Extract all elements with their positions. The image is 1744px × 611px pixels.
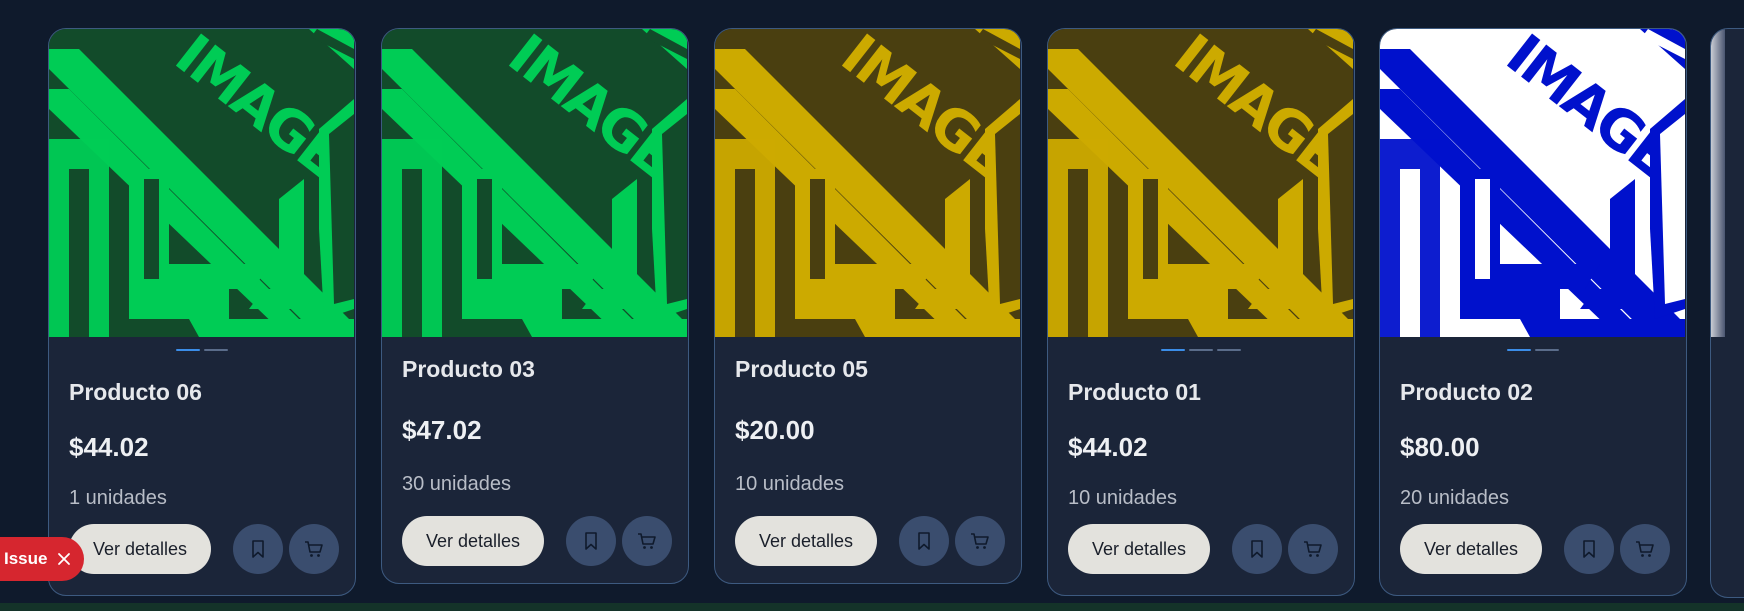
add-to-cart-button[interactable] <box>289 524 339 574</box>
product-image[interactable]: IMAGE <box>715 29 1020 337</box>
issue-label: Issue <box>4 549 48 568</box>
product-title: Producto 03 <box>402 356 535 382</box>
bookmark-button[interactable] <box>566 516 616 566</box>
carousel-dot[interactable] <box>204 349 228 351</box>
cart-icon <box>1636 541 1654 557</box>
bookmark-icon <box>918 532 930 550</box>
product-price: $80.00 <box>1400 432 1480 462</box>
bookmark-button[interactable] <box>233 524 283 574</box>
carousel-dot[interactable] <box>1189 349 1213 351</box>
product-image[interactable]: IMAGE <box>1048 29 1353 337</box>
bottom-strip <box>0 603 1744 611</box>
details-button[interactable]: Ver detalles <box>1068 524 1210 574</box>
carousel-dot[interactable] <box>1507 349 1531 351</box>
carousel-dot[interactable] <box>1217 349 1241 351</box>
bookmark-icon <box>1583 540 1595 558</box>
bookmark-icon <box>252 540 264 558</box>
product-image[interactable]: IMAGE <box>1380 29 1685 337</box>
carousel-dot[interactable] <box>176 349 200 351</box>
add-to-cart-button[interactable] <box>622 516 672 566</box>
product-card[interactable]: IMAGE Producto 05 $20.00 10 unidades Ver de… <box>714 28 1022 584</box>
details-button[interactable]: Ver detalles <box>1400 524 1542 574</box>
add-to-cart-button[interactable] <box>955 516 1005 566</box>
product-units: 30 unidades <box>402 473 511 495</box>
cart-icon <box>1304 541 1322 557</box>
carousel-dots <box>1380 349 1686 351</box>
product-price: $47.02 <box>402 415 482 445</box>
bookmark-icon <box>585 532 597 550</box>
add-to-cart-button[interactable] <box>1288 524 1338 574</box>
bookmark-button[interactable] <box>1564 524 1614 574</box>
carousel-dot[interactable] <box>1535 349 1559 351</box>
product-card[interactable]: IMAGE Producto 06 $44.02 1 unidades Ver det… <box>48 28 356 596</box>
add-to-cart-button[interactable] <box>1620 524 1670 574</box>
product-image[interactable]: IMAGE <box>49 29 354 337</box>
product-title: Producto 01 <box>1068 379 1201 405</box>
details-button[interactable]: Ver detalles <box>402 516 544 566</box>
product-card[interactable]: IMAGE Producto 02 $80.00 20 unidades Ver de… <box>1379 28 1687 596</box>
partial-card[interactable] <box>1710 28 1744 598</box>
carousel-dot[interactable] <box>1161 349 1185 351</box>
product-card[interactable]: IMAGE Producto 01 $44.02 10 unidades Ver de… <box>1047 28 1355 596</box>
issue-badge[interactable]: Issue <box>0 537 84 581</box>
product-units: 20 unidades <box>1400 487 1509 509</box>
details-button[interactable]: Ver detalles <box>735 516 877 566</box>
product-card[interactable]: IMAGE Producto 03 $47.02 30 unidades Ver de… <box>381 28 689 584</box>
product-image[interactable]: IMAGE <box>382 29 687 337</box>
product-units: 10 unidades <box>735 473 844 495</box>
product-price: $44.02 <box>1068 432 1148 462</box>
cart-icon <box>305 541 323 557</box>
product-units: 1 unidades <box>69 487 167 509</box>
bookmark-button[interactable] <box>1232 524 1282 574</box>
product-title: Producto 02 <box>1400 379 1533 405</box>
carousel-dots <box>49 349 355 351</box>
product-units: 10 unidades <box>1068 487 1177 509</box>
bookmark-icon <box>1251 540 1263 558</box>
close-icon[interactable] <box>57 552 71 566</box>
product-title: Producto 06 <box>69 379 202 405</box>
bookmark-button[interactable] <box>899 516 949 566</box>
cart-icon <box>638 533 656 549</box>
product-price: $44.02 <box>69 432 149 462</box>
carousel-dots <box>1048 349 1354 351</box>
cart-icon <box>971 533 989 549</box>
details-button[interactable]: Ver detalles <box>69 524 211 574</box>
product-title: Producto 05 <box>735 356 868 382</box>
product-price: $20.00 <box>735 415 815 445</box>
